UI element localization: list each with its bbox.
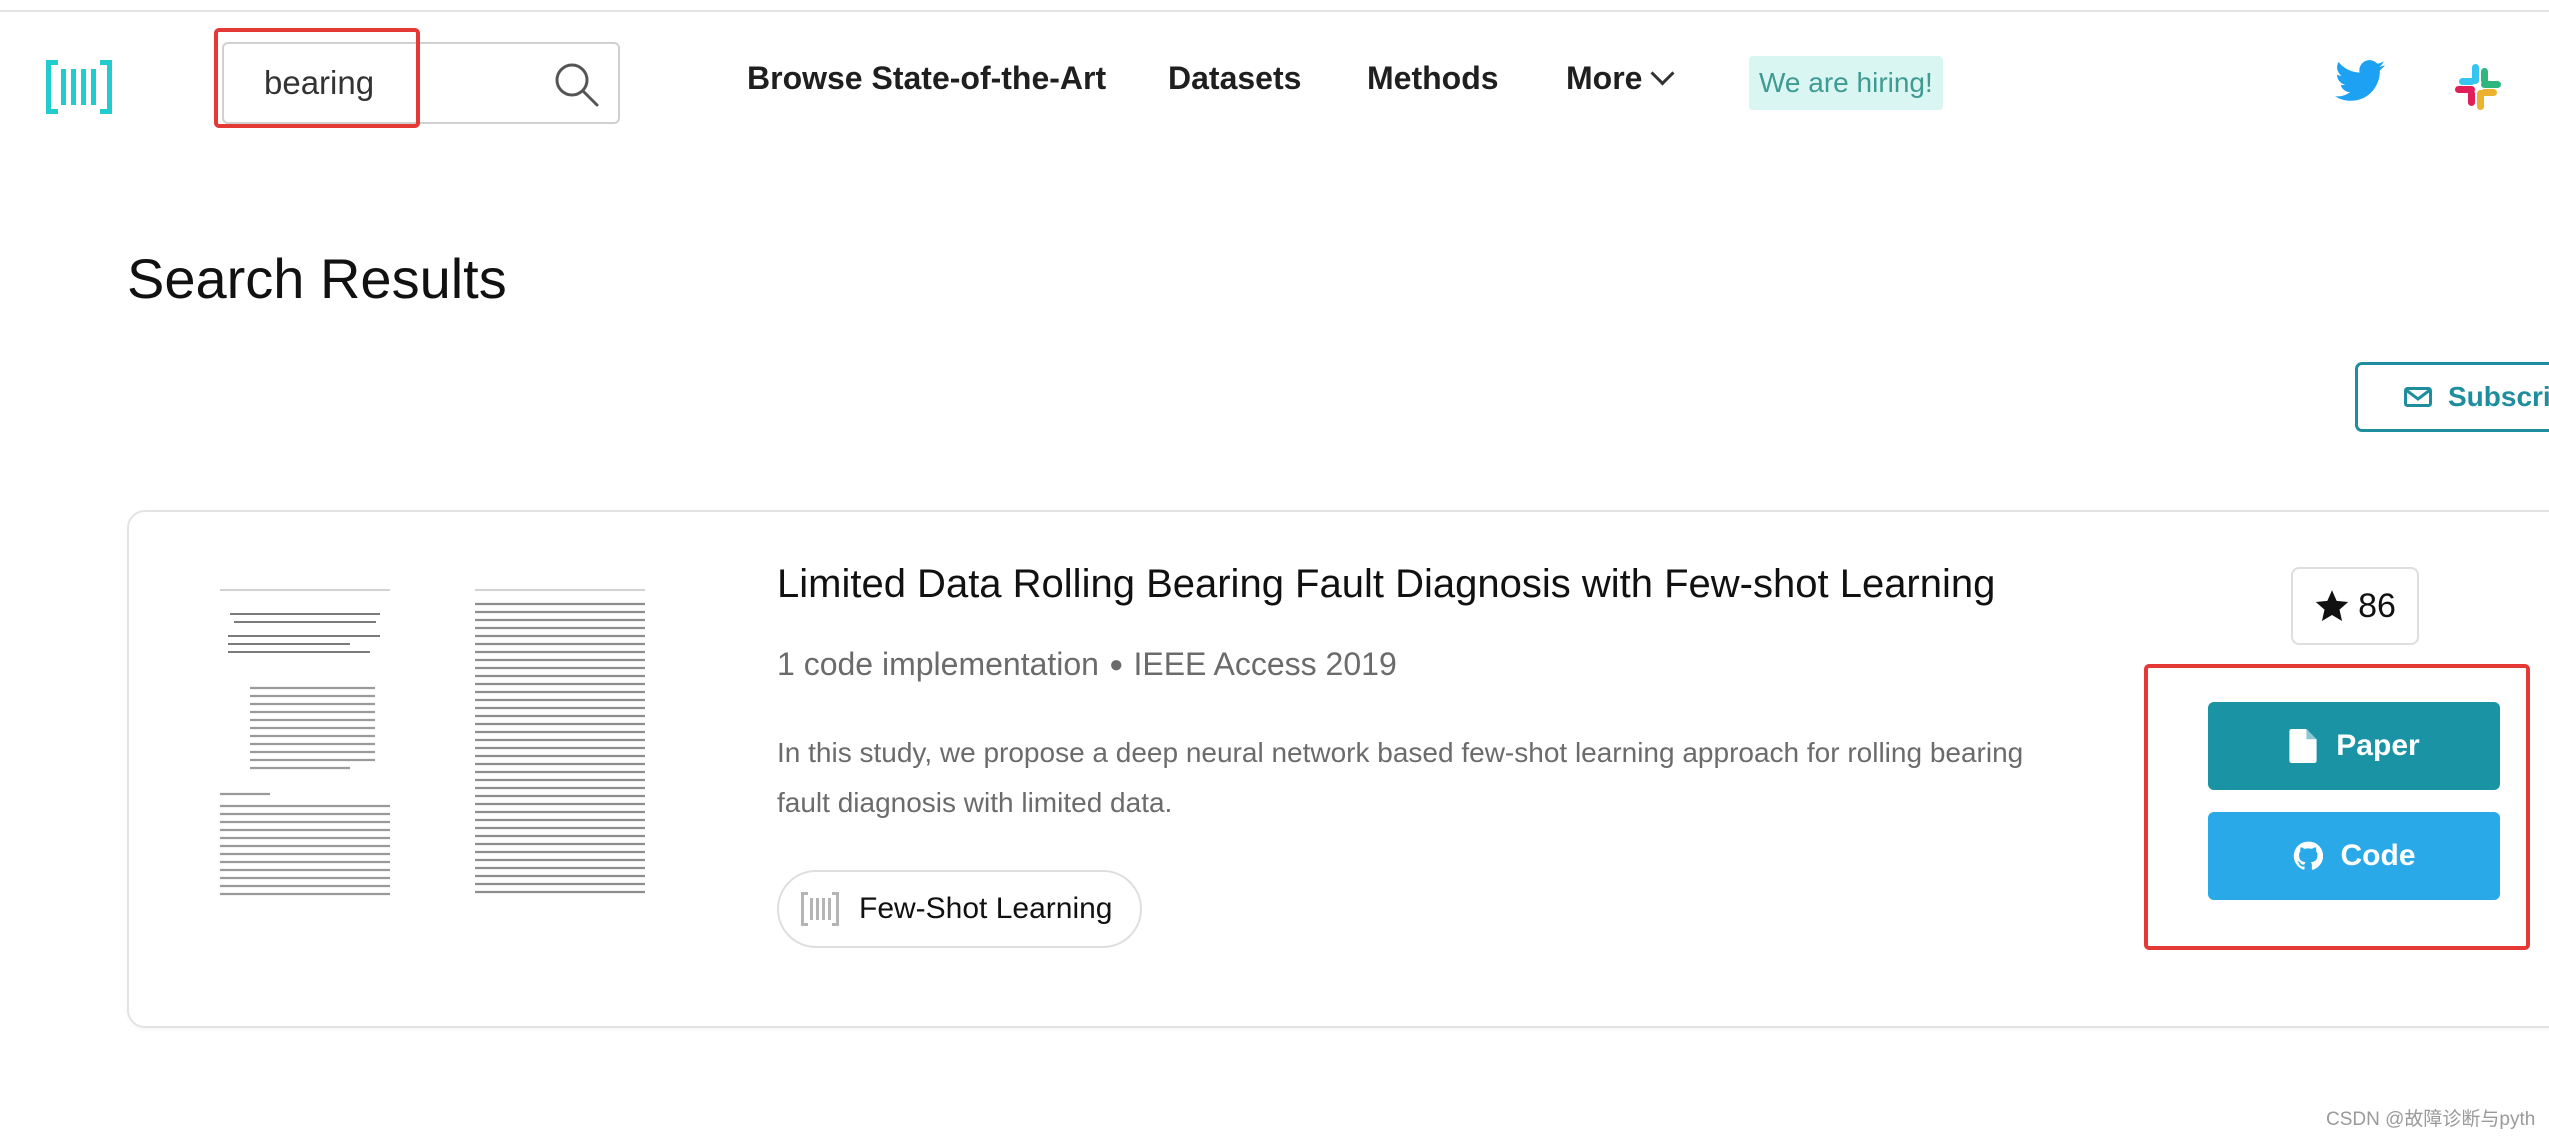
paper-meta: 1 code implementation ● IEEE Access 2019 xyxy=(777,646,1397,683)
nav-more-label: More xyxy=(1566,60,1643,96)
star-count: 86 xyxy=(2358,586,2396,625)
twitter-icon[interactable] xyxy=(2335,60,2385,102)
task-icon xyxy=(801,892,839,926)
nav-more[interactable]: More xyxy=(1566,60,1675,97)
paper-thumbnail[interactable] xyxy=(210,578,660,908)
mail-icon xyxy=(2404,387,2432,407)
nav-browse-sota[interactable]: Browse State-of-the-Art xyxy=(747,60,1106,97)
task-tag-few-shot-learning[interactable]: Few-Shot Learning xyxy=(777,870,1143,948)
site-logo[interactable] xyxy=(44,58,114,116)
buttons-highlight-box xyxy=(2144,664,2530,950)
slack-icon[interactable] xyxy=(2453,62,2503,112)
watermark: CSDN @故障诊断与pyth xyxy=(2326,1109,2536,1130)
hiring-badge[interactable]: We are hiring! xyxy=(1749,56,1943,110)
search-highlight-box xyxy=(214,28,420,128)
subscribe-label: Subscribe xyxy=(2448,381,2549,412)
paper-venue: IEEE Access 2019 xyxy=(1133,646,1397,682)
search-icon[interactable] xyxy=(552,60,600,108)
nav-datasets[interactable]: Datasets xyxy=(1168,60,1301,97)
star-count-badge: 86 xyxy=(2291,567,2419,645)
top-divider xyxy=(0,10,2549,12)
paper-abstract: In this study, we propose a deep neural … xyxy=(777,737,2024,818)
paperswithcode-logo-icon xyxy=(46,60,112,114)
separator-dot: ● xyxy=(1108,650,1124,678)
paper-title-link[interactable]: Limited Data Rolling Bearing Fault Diagn… xyxy=(777,562,1995,607)
code-implementations-count[interactable]: 1 code implementation xyxy=(777,646,1099,683)
star-icon xyxy=(2315,590,2349,621)
page-title: Search Results xyxy=(127,247,507,310)
task-tag-label: Few-Shot Learning xyxy=(859,892,1113,925)
chevron-down-icon xyxy=(1650,61,1675,86)
nav-methods[interactable]: Methods xyxy=(1367,60,1499,97)
subscribe-button[interactable]: Subscribe xyxy=(2355,362,2549,432)
